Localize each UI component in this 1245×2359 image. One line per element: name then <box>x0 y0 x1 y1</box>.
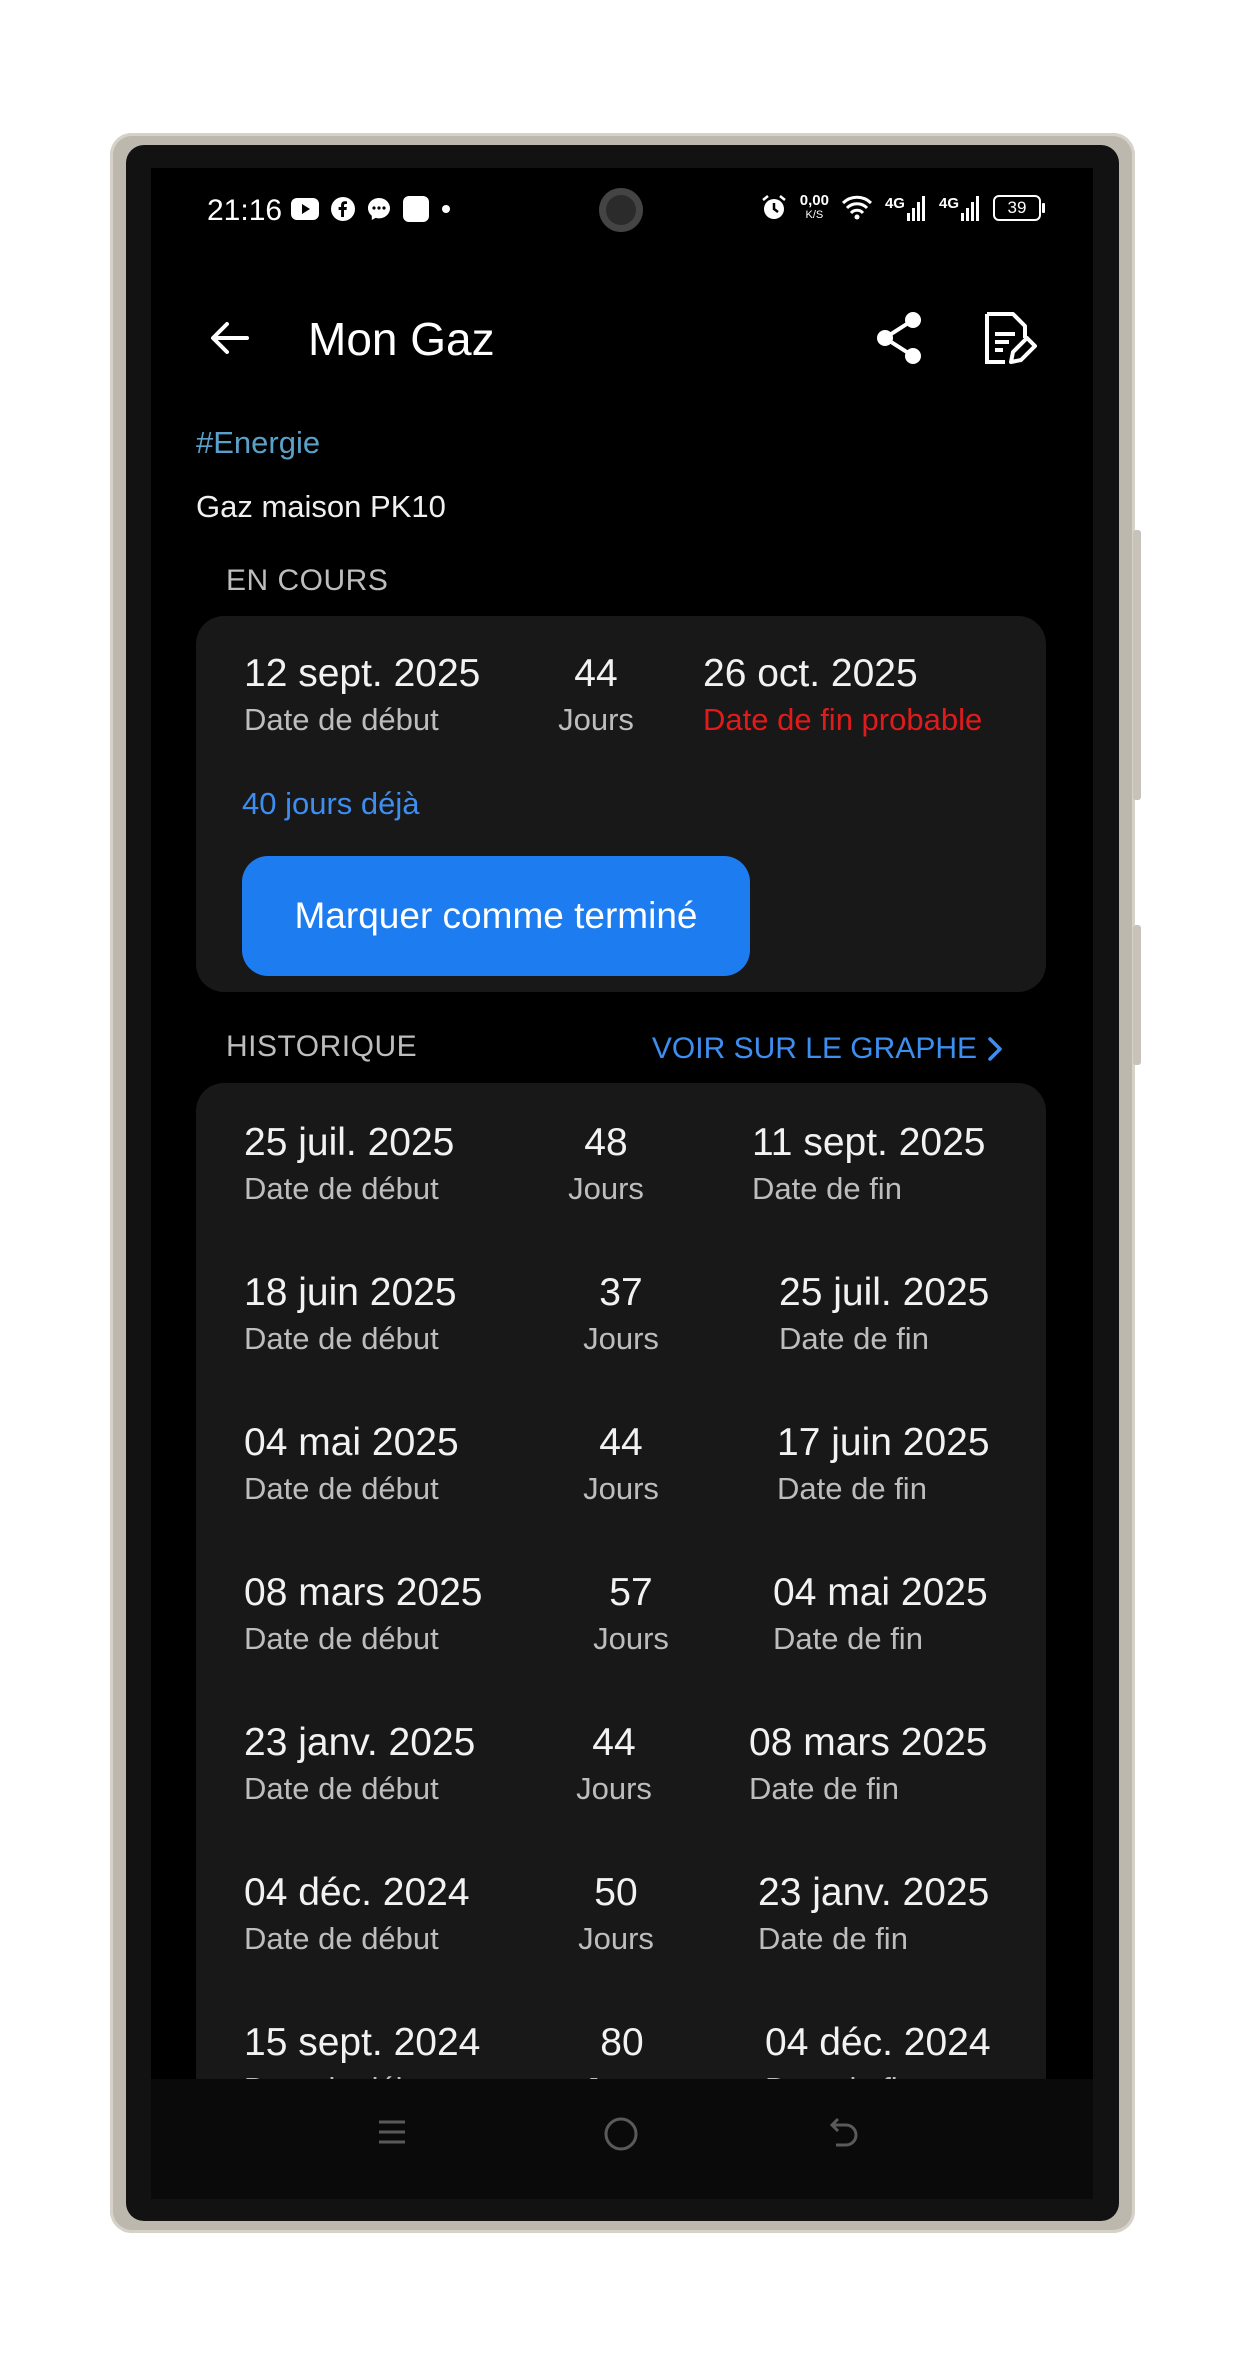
history-days-label: Jours <box>578 1921 654 1956</box>
history-start-date: 04 mai 2025 <box>244 1421 459 1464</box>
view-graph-label: VOIR SUR LE GRAPHE <box>651 1032 977 1065</box>
messenger-icon <box>368 198 390 220</box>
current-days: 44 Jours <box>541 652 651 738</box>
history-days-label: Jours <box>593 1621 669 1656</box>
history-start-label: Date de début <box>244 1321 439 1356</box>
app-bar: Mon Gaz <box>151 298 1093 378</box>
battery-icon: 39 <box>993 195 1045 221</box>
history-days: 37 <box>599 1271 643 1314</box>
category-tag[interactable]: #Energie <box>196 425 320 461</box>
history-days: 50 <box>594 1871 638 1914</box>
signal-bars-1-icon <box>906 196 925 221</box>
system-icons: 0,00 K/S 4G 4G 39 <box>760 192 1045 222</box>
history-row[interactable]: 18 juin 2025 Date de début 37 Jours 25 jui… <box>196 1271 1046 1421</box>
current-start: 12 sept. 2025 Date de début <box>244 652 480 738</box>
history-start-date: 23 janv. 2025 <box>244 1721 476 1764</box>
back-icon[interactable] <box>826 2115 862 2151</box>
history-start-label: Date de début <box>244 1921 439 1956</box>
history-section-label: HISTORIQUE <box>226 1030 418 1063</box>
history-days: 80 <box>600 2021 644 2064</box>
current-section-label: EN COURS <box>226 564 389 597</box>
history-start-date: 25 juil. 2025 <box>244 1121 455 1164</box>
current-start-label: Date de début <box>244 702 439 737</box>
status-time: 21:16 <box>207 194 283 227</box>
history-days: 57 <box>609 1571 653 1614</box>
view-graph-link[interactable]: VOIR SUR LE GRAPHE <box>652 1032 1003 1066</box>
history-end-label: Date de fin <box>779 1321 929 1356</box>
screen: 21:16 0,00 K/S 4G 4G 39 Mon Gaz #Energie… <box>151 168 1093 2199</box>
wifi-icon <box>841 195 873 220</box>
history-days-label: Jours <box>576 1771 652 1806</box>
history-end-date: 11 sept. 2025 <box>752 1121 986 1164</box>
history-end-date: 04 déc. 2024 <box>765 2021 991 2064</box>
current-end-label: Date de fin probable <box>703 702 983 737</box>
history-start-date: 15 sept. 2024 <box>244 2021 481 2064</box>
history-end-date: 08 mars 2025 <box>749 1721 988 1764</box>
signal-bars-2-icon <box>961 196 979 221</box>
history-row[interactable]: 04 déc. 2024 Date de début 50 Jours 23 jan… <box>196 1871 1046 2021</box>
current-days-label: Jours <box>558 702 634 737</box>
history-row[interactable]: 23 janv. 2025 Date de début 44 Jours 08 ma… <box>196 1721 1046 1871</box>
mark-finished-button[interactable]: Marquer comme terminé <box>242 856 750 976</box>
front-camera <box>599 188 643 232</box>
current-card: 12 sept. 2025 Date de début 44 Jours 26 … <box>196 616 1046 992</box>
history-end-label: Date de fin <box>758 1921 908 1956</box>
cell-signal-2: 4G <box>939 195 981 221</box>
history-end-date: 17 juin 2025 <box>777 1421 990 1464</box>
signal-1-label: 4G <box>884 195 905 212</box>
elapsed-days: 40 jours déjà <box>242 786 420 821</box>
chevron-right-icon <box>988 1037 1002 1061</box>
share-icon[interactable] <box>869 308 929 368</box>
history-end-label: Date de fin <box>752 1171 902 1206</box>
history-row[interactable]: 08 mars 2025 Date de début 57 Jours 04 mai… <box>196 1571 1046 1721</box>
page-title: Mon Gaz <box>308 313 495 365</box>
history-card: 25 juil. 2025 Date de début 48 Jours 11 se… <box>196 1083 1046 2183</box>
history-end-date: 04 mai 2025 <box>773 1571 988 1614</box>
history-end-date: 25 juil. 2025 <box>779 1271 990 1314</box>
volume-button <box>1133 530 1141 800</box>
youtube-icon <box>291 198 319 220</box>
edit-note-icon[interactable] <box>977 308 1037 368</box>
history-days: 44 <box>599 1421 643 1464</box>
history-start-date: 04 déc. 2024 <box>244 1871 470 1914</box>
notification-icons <box>291 196 451 222</box>
history-start-label: Date de début <box>244 1771 439 1806</box>
status-bar: 21:16 0,00 K/S 4G 4G 39 <box>151 168 1093 258</box>
history-row[interactable]: 25 juil. 2025 Date de début 48 Jours 11 se… <box>196 1121 1046 1271</box>
item-description: Gaz maison PK10 <box>196 489 446 524</box>
net-speed: 0,00 K/S <box>799 192 829 222</box>
history-start-label: Date de début <box>244 1471 439 1506</box>
history-row[interactable]: 04 mai 2025 Date de début 44 Jours 17 juin… <box>196 1421 1046 1571</box>
history-days: 48 <box>584 1121 628 1164</box>
history-days-label: Jours <box>583 1321 659 1356</box>
current-end-date: 26 oct. 2025 <box>703 652 918 695</box>
history-start-label: Date de début <box>244 1621 439 1656</box>
power-button <box>1133 925 1141 1065</box>
history-start-date: 18 juin 2025 <box>244 1271 457 1314</box>
system-nav-bar <box>151 2079 1093 2199</box>
history-end-label: Date de fin <box>773 1621 923 1656</box>
recents-icon[interactable] <box>375 2115 409 2149</box>
history-days: 44 <box>592 1721 636 1764</box>
current-days-value: 44 <box>574 652 618 695</box>
history-end-date: 23 janv. 2025 <box>758 1871 990 1914</box>
back-arrow-icon[interactable] <box>207 316 251 360</box>
cell-signal-1: 4G <box>885 195 927 221</box>
more-notifications-dot-icon <box>442 205 450 213</box>
signal-2-label: 4G <box>938 195 959 212</box>
facebook-icon <box>331 197 355 221</box>
home-icon[interactable] <box>602 2115 640 2153</box>
history-end-label: Date de fin <box>749 1771 899 1806</box>
current-end: 26 oct. 2025 Date de fin probable <box>703 652 982 738</box>
history-start-date: 08 mars 2025 <box>244 1571 483 1614</box>
alarm-icon <box>761 195 786 219</box>
history-days-label: Jours <box>568 1171 644 1206</box>
current-start-date: 12 sept. 2025 <box>244 652 481 695</box>
history-end-label: Date de fin <box>777 1471 927 1506</box>
net-speed-value: 0,00 <box>799 192 829 209</box>
app-notification-icon <box>403 196 429 222</box>
net-speed-unit: K/S <box>805 209 824 221</box>
history-days-label: Jours <box>583 1471 659 1506</box>
history-start-label: Date de début <box>244 1171 439 1206</box>
